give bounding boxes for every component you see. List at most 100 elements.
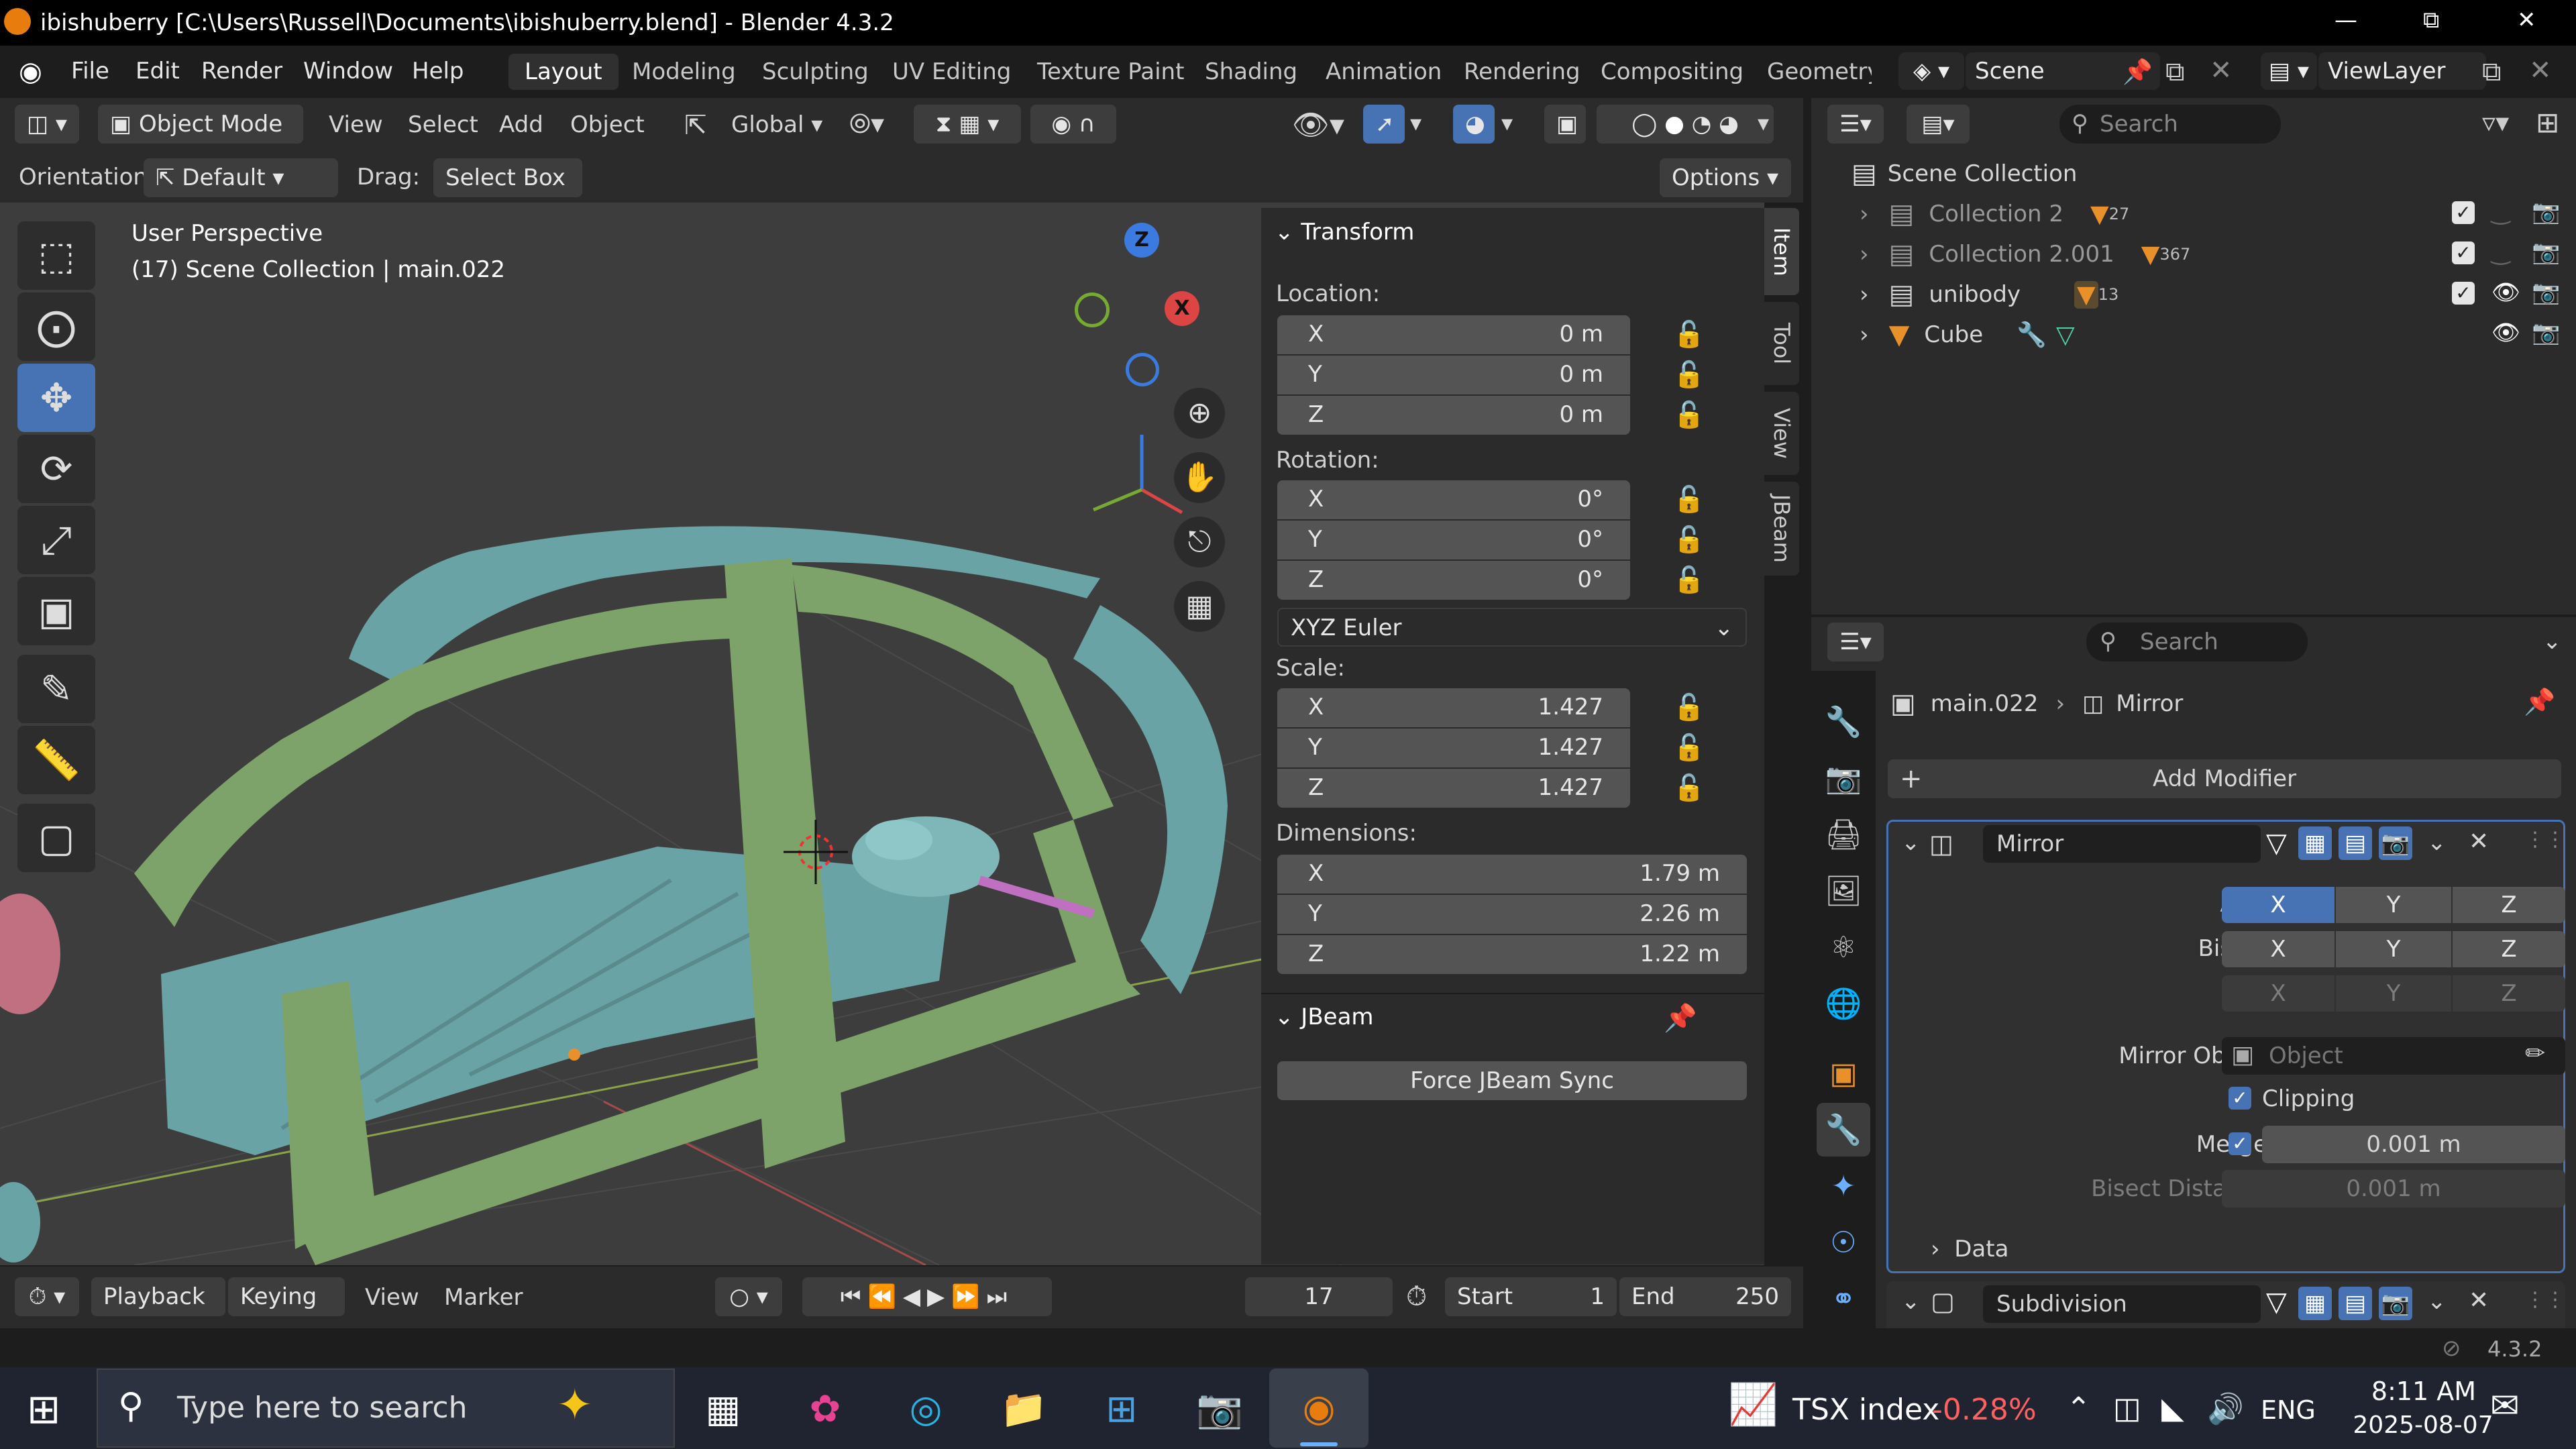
start-frame-field[interactable]: Start 1 <box>1445 1277 1617 1316</box>
keying-dropdown[interactable]: Keying ▾ <box>228 1277 345 1349</box>
clipping-checkbox[interactable]: ✓ <box>2229 1087 2251 1110</box>
lock-icon[interactable]: 🔓 <box>1673 360 1705 390</box>
photos-app-icon[interactable]: 📷 <box>1193 1382 1246 1436</box>
render-icon[interactable]: 📷 <box>2379 1287 2412 1320</box>
menu-window[interactable]: Window <box>303 58 393 85</box>
bisect-z-toggle[interactable]: Z <box>2453 931 2565 967</box>
lock-icon[interactable]: 🔓 <box>1673 319 1705 350</box>
hidden-eye-icon[interactable]: ‿ <box>2491 239 2510 266</box>
shading-dropdown[interactable]: ▾ <box>1758 110 1769 137</box>
chevron-down-icon[interactable]: ⌄ <box>2427 829 2447 856</box>
new-scene-icon[interactable]: ⧉ <box>2165 56 2185 87</box>
playback-dropdown[interactable]: Playback ▾ <box>91 1277 225 1349</box>
tool-properties-icon[interactable]: 🔧 <box>1817 695 1870 749</box>
notification-icon[interactable]: ✉ <box>2490 1386 2520 1426</box>
zoom-icon[interactable]: ⊕ <box>1174 388 1225 439</box>
delete-scene-icon[interactable]: ✕ <box>2210 55 2233 86</box>
rotation-y-field[interactable]: Y 0° <box>1277 521 1630 559</box>
chevron-down-icon[interactable]: ⌄ <box>2427 1288 2447 1315</box>
modifier-properties-icon[interactable]: 🔧 <box>1817 1103 1870 1157</box>
bisect-y-toggle[interactable]: Y <box>2336 931 2451 967</box>
chevron-up-icon[interactable]: ⌃ <box>2066 1391 2091 1426</box>
axis-y-toggle[interactable]: Y <box>2336 887 2451 923</box>
tab-texture-paint[interactable]: Texture Paint <box>1021 54 1200 90</box>
edge-browser-icon[interactable]: ◎ <box>899 1382 953 1436</box>
gizmo-z-axis[interactable]: Z <box>1124 223 1159 258</box>
bisect-distance-field[interactable]: 0.001 m <box>2222 1170 2565 1208</box>
axis-x-toggle[interactable]: X <box>2222 887 2334 923</box>
copilot-sparkle-icon[interactable]: ✦ <box>557 1381 593 1430</box>
navigation-gizmo[interactable] <box>1093 435 1183 515</box>
edit-mode-icon[interactable]: ▦ <box>2298 1287 2332 1320</box>
wifi-icon[interactable]: ◣ <box>2161 1391 2184 1426</box>
gizmo-x-axis[interactable]: X <box>1165 291 1199 326</box>
playback-controls[interactable]: ⏮⏪◀▶⏩⏭ <box>802 1277 1052 1316</box>
location-z-field[interactable]: Z 0 m <box>1277 396 1630 435</box>
transform-orientation-icon[interactable]: ⇱ <box>684 110 707 141</box>
realtime-display-icon[interactable]: ▤ <box>2339 826 2372 860</box>
auto-keying-icon[interactable]: ○ ▾ <box>715 1277 782 1316</box>
edit-mode-icon[interactable]: ▦ <box>2298 826 2332 860</box>
task-view-icon[interactable]: ▦ <box>696 1382 750 1436</box>
constraints-properties-icon[interactable]: ⚭ <box>1817 1272 1870 1326</box>
shading-mode-buttons[interactable]: ◯ ● ◔ ◕ <box>1597 105 1774 144</box>
properties-editor-type-button[interactable]: ☰▾ <box>1827 623 1884 661</box>
drag-handle-icon[interactable]: ⋮⋮ <box>2525 1288 2565 1311</box>
tab-compositing[interactable]: Compositing <box>1585 54 1760 90</box>
exclude-checkbox[interactable]: ✓ <box>2452 201 2475 224</box>
close-icon[interactable]: ✕ <box>2469 828 2489 855</box>
current-frame-field[interactable]: 17 <box>1245 1277 1393 1316</box>
microsoft-store-icon[interactable]: ⊞ <box>1095 1382 1148 1436</box>
volume-icon[interactable]: 🔊 <box>2207 1391 2244 1426</box>
tab-layout[interactable]: Layout <box>508 54 619 90</box>
snap-toggle-icon[interactable]: ⧗ ▦ ▾ <box>914 105 1021 144</box>
menu-help[interactable]: Help <box>412 58 464 85</box>
exclude-checkbox[interactable]: ✓ <box>2452 282 2475 305</box>
close-button[interactable]: ✕ <box>2517 7 2536 34</box>
tab-jbeam[interactable]: JBeam <box>1764 482 1799 576</box>
axis-z-toggle[interactable]: Z <box>2453 887 2565 923</box>
tab-item[interactable]: Item <box>1764 208 1799 295</box>
location-y-field[interactable]: Y 0 m <box>1277 356 1630 394</box>
copilot-app-icon[interactable]: ✿ <box>798 1382 852 1436</box>
viewlayer-name-field[interactable]: ViewLayer <box>2318 52 2486 90</box>
editor-type-button[interactable]: ◫ ▾ <box>15 105 79 144</box>
timeline-menu-marker[interactable]: Marker <box>444 1284 523 1311</box>
outliner-row[interactable]: › ▼ Cube 🔧 ▽ <box>1860 319 2564 350</box>
gizmo-z-neg-axis[interactable] <box>1126 353 1159 386</box>
render-icon[interactable]: 📷 <box>2379 826 2412 860</box>
dimensions-y-field[interactable]: Y 2.26 m <box>1277 895 1747 934</box>
particles-properties-icon[interactable]: ✦ <box>1817 1159 1870 1213</box>
timer-icon[interactable]: ⏱ <box>1406 1281 1427 1312</box>
subdivision-name-field[interactable]: Subdivision <box>1983 1285 2261 1323</box>
edit-mode-cage-icon[interactable]: ▽ <box>2266 828 2287 859</box>
rotation-x-field[interactable]: X 0° <box>1277 480 1630 519</box>
outliner-search-input[interactable]: Search <box>2059 105 2281 144</box>
options-dropdown[interactable]: Options ▾ <box>1660 158 1791 197</box>
close-icon[interactable]: ✕ <box>2469 1287 2489 1314</box>
viewport-menu-add[interactable]: Add <box>499 111 543 138</box>
clock-date[interactable]: 2025-08-07 <box>2336 1411 2510 1439</box>
eye-icon[interactable]: 👁 <box>2491 279 2520 306</box>
transform-panel-header[interactable]: ⌄ Transform <box>1275 219 1414 246</box>
scene-collection-row[interactable]: ▤ Scene Collection <box>1851 158 2077 189</box>
merge-checkbox[interactable]: ✓ <box>2229 1132 2251 1155</box>
select-box-icon[interactable]: ⬚ <box>17 221 95 290</box>
chevron-down-icon[interactable]: ⌄ <box>2542 628 2562 655</box>
overlay-dropdown[interactable]: ▾ <box>1501 110 1513 137</box>
language-indicator[interactable]: ENG <box>2261 1395 2316 1425</box>
render-camera-icon[interactable]: 📷 <box>2532 279 2560 306</box>
add-cube-tool-icon[interactable]: ▢ <box>17 804 95 872</box>
menu-file[interactable]: File <box>71 58 109 85</box>
battery-icon[interactable]: ◫ <box>2113 1391 2141 1426</box>
pin-icon[interactable]: 📌 <box>2524 687 2555 717</box>
clock-time[interactable]: 8:11 AM <box>2353 1377 2494 1406</box>
windows-start-icon[interactable]: ⊞ <box>27 1386 60 1433</box>
eyedropper-icon[interactable]: ✏ <box>2525 1040 2545 1067</box>
lock-icon[interactable]: 🔓 <box>1673 525 1705 555</box>
proportional-editing-icon[interactable]: ◉ ∩ <box>1030 105 1116 144</box>
mirror-name-field[interactable]: Mirror <box>1983 825 2261 863</box>
overlay-toggle-icon[interactable]: ◕ <box>1453 105 1495 144</box>
cursor-tool-icon[interactable]: ⨀ <box>17 292 95 361</box>
tab-rendering[interactable]: Rendering <box>1448 54 1597 90</box>
